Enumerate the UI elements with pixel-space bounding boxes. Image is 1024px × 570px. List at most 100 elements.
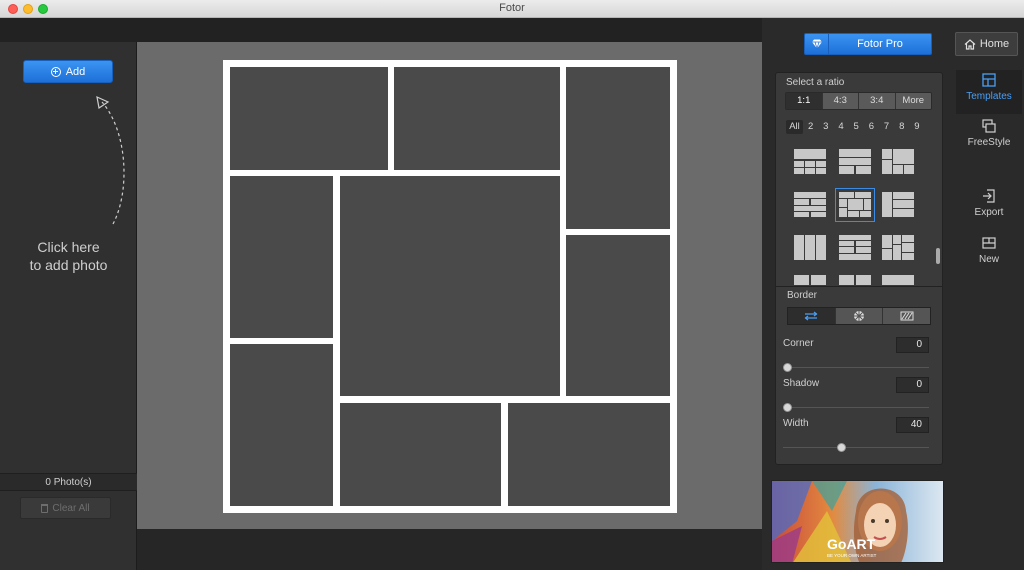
nav-export-label: Export [974,207,1004,218]
count-filter-4[interactable]: 4 [833,120,848,134]
freestyle-icon [982,119,996,133]
bottom-strip [137,529,762,570]
border-pattern-tab[interactable] [883,308,931,324]
border-settings-tab[interactable] [788,308,836,324]
template-thumbnail[interactable] [879,189,917,221]
pattern-icon [900,311,914,321]
count-filter-2[interactable]: 2 [803,120,818,134]
clear-all-button[interactable]: Clear All [20,497,111,519]
photo-count: 0 Photo(s) [0,473,137,491]
corner-slider-track[interactable] [783,367,929,368]
width-label: Width [783,418,809,429]
collage-cell-5[interactable] [340,176,560,396]
clear-all-label: Clear All [52,502,90,514]
top-toolbar-strip [0,18,762,42]
shadow-slider-knob[interactable] [783,403,792,412]
nav-freestyle-label: FreeStyle [967,137,1011,148]
goart-brand-text: GoART [827,536,876,552]
template-scrollbar[interactable] [936,248,940,264]
collage-cell-6[interactable] [566,235,670,396]
width-slider-knob[interactable] [837,443,846,452]
template-grid [781,140,937,285]
border-color-tab[interactable] [835,308,884,324]
collage-cell-2[interactable] [394,67,560,170]
new-collage-icon [982,237,996,249]
dashed-arrow-icon [96,95,125,225]
template-thumbnail[interactable] [836,275,874,285]
template-thumbnail-selected[interactable] [835,188,875,222]
ratio-tabs: 1:1 4:3 3:4 More [785,92,932,110]
count-filter-9[interactable]: 9 [909,120,924,134]
nav-freestyle[interactable]: FreeStyle [956,119,1022,159]
template-thumbnail[interactable] [791,189,829,221]
fotor-pro-label: Fotor Pro [857,38,903,50]
app-window: Fotor Add Click here to add photo 0 Phot… [0,0,1024,570]
template-thumbnail[interactable] [791,275,829,285]
template-thumbnail[interactable] [791,146,829,178]
hint-line-1: Click here [37,239,100,255]
nav-templates-label: Templates [966,91,1012,102]
export-icon [983,189,995,203]
count-filter-6[interactable]: 6 [864,120,879,134]
divider [776,286,942,287]
goart-tagline: BE YOUR OWN ARTIST [827,553,877,558]
template-thumbnail[interactable] [836,146,874,178]
nav-new[interactable]: New [956,236,1022,276]
shadow-label: Shadow [783,378,820,389]
collage-cell-7[interactable] [230,344,333,506]
home-icon [964,38,976,50]
ratio-tab-1-1[interactable]: 1:1 [786,93,823,109]
count-filter-all[interactable]: All [786,120,803,134]
template-thumbnail[interactable] [879,275,917,285]
shadow-slider-track[interactable] [783,407,929,408]
width-slider-track[interactable] [783,447,929,448]
corner-label: Corner [783,338,814,349]
collage-cell-8[interactable] [340,403,501,506]
photo-panel: Add Click here to add photo 0 Photo(s) C… [0,42,137,570]
ratio-tab-more[interactable]: More [895,93,931,109]
collage-cell-9[interactable] [508,403,670,506]
home-label: Home [979,38,1010,50]
add-photo-hint: Click here to add photo [0,238,137,274]
width-value-field[interactable]: 40 [896,417,929,433]
corner-slider-knob[interactable] [783,363,792,372]
template-thumbnail[interactable] [791,232,829,264]
side-navigation: Templates FreeStyle Export New [956,70,1022,290]
nav-new-label: New [978,254,999,265]
hint-line-2: to add photo [29,257,108,273]
home-button[interactable]: Home [955,32,1018,56]
add-button-label: Add [65,65,86,78]
ratio-title: Select a ratio [786,77,845,88]
templates-icon [982,73,996,87]
count-filter-5[interactable]: 5 [849,120,864,134]
sliders-icon [804,311,818,321]
template-thumbnail[interactable] [879,232,917,264]
collage-canvas [223,60,677,513]
collage-cell-1[interactable] [230,67,388,170]
collage-cell-3[interactable] [566,67,670,229]
title-bar: Fotor [0,0,1024,18]
border-tabs [787,307,931,325]
trash-icon [41,503,49,513]
border-title: Border [787,290,818,301]
photo-count-filter: All 2 3 4 5 6 7 8 9 [786,120,925,134]
goart-ad-banner[interactable]: GoART BE YOUR OWN ARTIST [771,480,944,563]
ratio-tab-3-4[interactable]: 3:4 [859,93,896,109]
nav-templates[interactable]: Templates [956,70,1022,114]
collage-cell-4[interactable] [230,176,333,338]
nav-export[interactable]: Export [956,189,1022,229]
corner-value-field[interactable]: 0 [896,337,929,353]
template-thumbnail[interactable] [836,232,874,264]
count-filter-7[interactable]: 7 [879,120,894,134]
ratio-tab-4-3[interactable]: 4:3 [822,93,859,109]
template-thumbnail[interactable] [879,146,917,178]
shadow-value-field[interactable]: 0 [896,377,929,393]
add-photo-button[interactable]: Add [23,60,113,83]
count-filter-3[interactable]: 3 [818,120,833,134]
color-wheel-icon [854,311,864,321]
goart-ad-image: GoART BE YOUR OWN ARTIST [772,481,943,562]
fotor-pro-button[interactable]: Fotor Pro [804,33,932,55]
count-filter-8[interactable]: 8 [894,120,909,134]
window-title: Fotor [499,2,525,14]
plus-circle-icon [50,66,61,77]
